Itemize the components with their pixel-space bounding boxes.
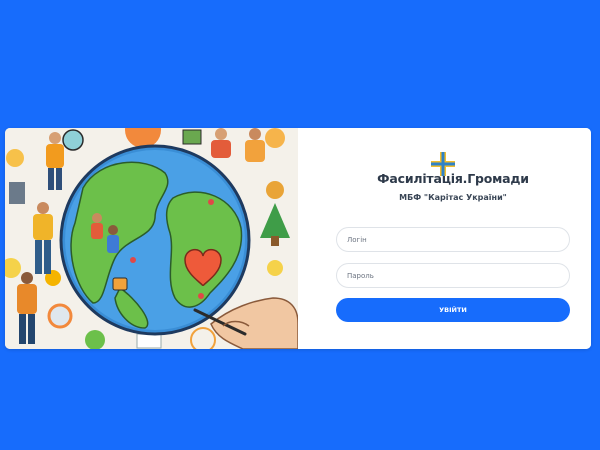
hero-illustration [5,128,298,349]
login-form-panel: Фасилітація.Громади МБФ "Карітас України… [298,128,591,349]
app-title: Фасилітація.Громади [377,171,529,186]
organization-subtitle: МБФ "Карітас України" [399,193,507,202]
login-input[interactable] [336,227,570,252]
login-card: Фасилітація.Громади МБФ "Карітас України… [5,128,591,349]
login-button[interactable]: УВІЙТИ [336,298,570,322]
globe-community-illustration [5,128,298,349]
login-page: Фасилітація.Громади МБФ "Карітас України… [0,0,600,450]
password-input[interactable] [336,263,570,288]
